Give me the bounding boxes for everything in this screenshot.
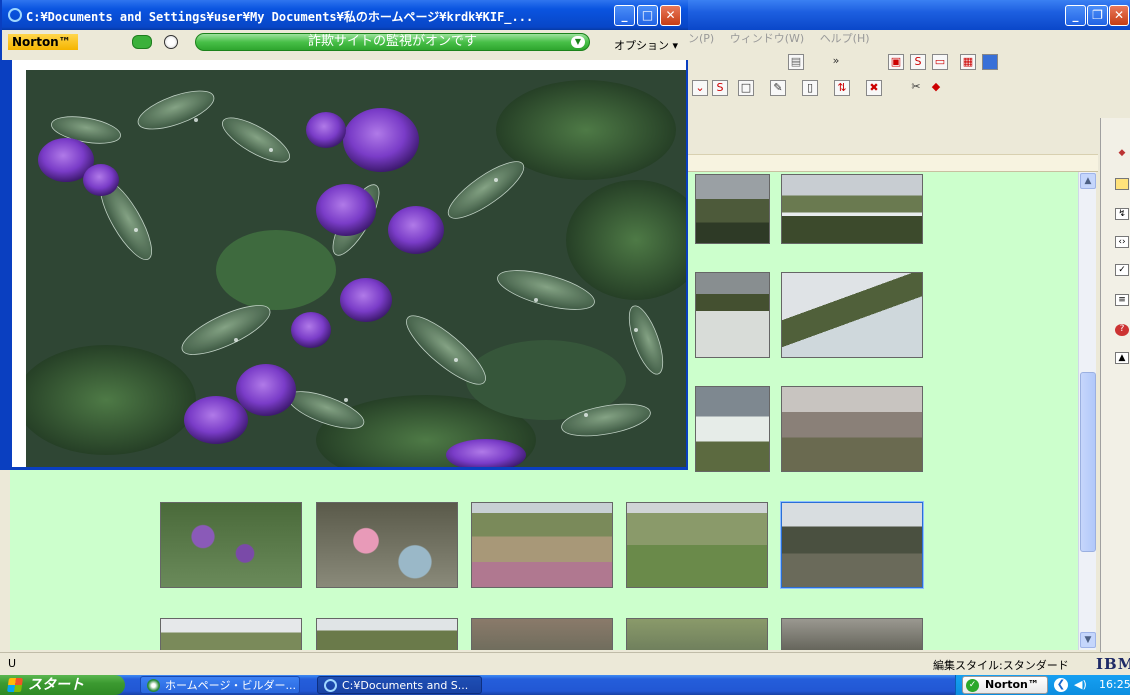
form-icon[interactable]: ▭ — [932, 54, 948, 70]
monitor-icon[interactable] — [132, 35, 152, 49]
chevron-down-icon[interactable]: ▼ — [571, 36, 585, 48]
photo-thumbnail[interactable] — [160, 502, 302, 588]
script-icon[interactable]: S — [712, 80, 728, 96]
checkmark-icon: ✓ — [966, 679, 979, 692]
right-tool-panel: ◆ ↯ ‹› ✓ ≡ ? ▲ — [1100, 118, 1130, 658]
tools-icon[interactable]: ✂ — [908, 80, 924, 96]
taskbar-item-ie[interactable]: C:¥Documents and S... — [317, 676, 482, 694]
image-icon[interactable]: ▣ — [888, 54, 904, 70]
menu-item-plugin[interactable]: ン(P) — [688, 30, 714, 48]
edit-style-text: 編集スタイル:スタンダード — [933, 659, 1069, 672]
status-left-text: U — [8, 657, 17, 670]
toolbar-bottom: ⌄ S □ ✎ ▯ ⇅ ✖ ✂ ◆ — [688, 76, 1130, 100]
taskbar-item-label: C:¥Documents and S... — [342, 679, 469, 692]
background-menubar: ン(P) ウィンドウ(W) ヘルプ(H) — [688, 30, 1130, 48]
new-page-icon[interactable]: □ — [738, 80, 754, 96]
check-icon[interactable]: ✓ — [1115, 264, 1129, 276]
tray-norton-button[interactable]: ✓ Norton™ — [962, 676, 1048, 694]
phishing-monitor-status[interactable]: 詐欺サイトの監視がオンです ▼ — [195, 33, 590, 51]
norton-toolbar: Norton™ 詐欺サイトの監視がオンです ▼ オプション ▾ — [2, 30, 688, 60]
back-arrow-icon[interactable]: ❮ — [1054, 678, 1068, 692]
photo-thumbnail[interactable] — [626, 502, 768, 588]
flash-icon[interactable]: S — [910, 54, 926, 70]
overflow-icon[interactable]: » — [828, 54, 844, 70]
restore-icon[interactable]: ❐ — [1087, 5, 1108, 26]
eraser-icon[interactable]: ◆ — [928, 80, 944, 96]
tray-norton-label: Norton™ — [985, 678, 1039, 691]
delete-icon[interactable]: ✖ — [866, 80, 882, 96]
photo-thumbnail[interactable] — [781, 272, 923, 358]
start-label: スタート — [28, 677, 84, 693]
ibm-logo: IBM — [1096, 655, 1130, 673]
photo-thumbnail[interactable] — [695, 272, 770, 358]
photo-thumbnail[interactable] — [695, 174, 770, 244]
taskbar-item-homepage-builder[interactable]: ホームページ・ビルダー... — [140, 676, 300, 694]
dropdown-icon[interactable]: ⌄ — [692, 80, 708, 96]
close-icon[interactable]: ✕ — [660, 5, 681, 26]
photo-thumbnail[interactable] — [626, 618, 768, 650]
folder-icon[interactable] — [1115, 178, 1129, 190]
photo-thumbnail[interactable] — [695, 386, 770, 472]
vertical-scrollbar[interactable]: ▲ ▼ — [1078, 172, 1096, 650]
image-frame — [12, 60, 686, 467]
picture-icon[interactable]: ▲ — [1115, 352, 1129, 364]
menu-item-help[interactable]: ヘルプ(H) — [820, 30, 870, 48]
code-icon[interactable]: ‹› — [1115, 236, 1129, 248]
format-icon[interactable]: ▤ — [788, 54, 804, 70]
photo-thumbnail[interactable] — [781, 174, 923, 244]
photo-thumbnail-selected[interactable] — [781, 502, 923, 588]
system-tray: ✓ Norton™ ❮ ◀) 16:25 — [955, 675, 1130, 695]
homepage-builder-icon — [147, 679, 160, 692]
photo-thumbnail[interactable] — [316, 618, 458, 650]
ie-icon — [8, 8, 22, 22]
taskbar: スタート ホームページ・ビルダー... C:¥Documents and S..… — [0, 675, 1130, 695]
options-menu[interactable]: オプション ▾ — [614, 37, 678, 53]
photo-thumbnail[interactable] — [471, 502, 613, 588]
speaker-icon[interactable]: ◀) — [1074, 678, 1087, 691]
edit-icon[interactable]: ✎ — [770, 80, 786, 96]
status-label: 詐欺サイトの監視がオンです — [307, 34, 477, 49]
globe-icon[interactable] — [164, 35, 178, 49]
window-title: C:¥Documents and Settings¥user¥My Docume… — [26, 10, 534, 24]
photo-thumbnail[interactable] — [781, 618, 923, 650]
list-icon[interactable]: ≡ — [1115, 294, 1129, 306]
norton-logo: Norton™ — [8, 34, 78, 50]
status-bar: U 編集スタイル:スタンダード IBM — [0, 652, 1130, 675]
taskbar-item-label: ホームページ・ビルダー... — [165, 679, 296, 692]
minimize-icon[interactable]: _ — [1065, 5, 1086, 26]
photo-thumbnail[interactable] — [160, 618, 302, 650]
maximize-icon[interactable]: □ — [637, 5, 658, 26]
minimize-icon[interactable]: _ — [614, 5, 635, 26]
document-icon[interactable]: ▯ — [802, 80, 818, 96]
parts-icon[interactable]: ◆ — [1115, 148, 1129, 160]
link-icon[interactable]: ↯ — [1115, 208, 1129, 220]
table-icon[interactable]: ▦ — [960, 54, 976, 70]
ruler — [688, 154, 1098, 172]
scroll-thumb[interactable] — [1080, 372, 1096, 552]
transfer-icon[interactable]: ⇅ — [834, 80, 850, 96]
photo-thumbnail[interactable] — [316, 502, 458, 588]
clock: 16:25 — [1099, 678, 1130, 691]
start-button[interactable]: スタート — [0, 675, 125, 695]
viewer-titlebar[interactable]: C:¥Documents and Settings¥user¥My Docume… — [2, 0, 688, 30]
toolbar-top: ▤ » ▣ S ▭ ▦ — [688, 50, 1130, 74]
view-icon[interactable] — [982, 54, 998, 70]
photo-thumbnail[interactable] — [781, 386, 923, 472]
photo-thumbnail[interactable] — [471, 618, 613, 650]
menu-item-window[interactable]: ウィンドウ(W) — [730, 30, 804, 48]
ie-icon — [324, 679, 337, 692]
close-icon[interactable]: ✕ — [1109, 5, 1129, 26]
scroll-up-icon[interactable]: ▲ — [1080, 173, 1096, 189]
windows-logo-icon — [7, 678, 23, 692]
scroll-down-icon[interactable]: ▼ — [1080, 632, 1096, 648]
flower-photo — [26, 70, 686, 467]
image-viewer-window: C:¥Documents and Settings¥user¥My Docume… — [0, 0, 688, 470]
help-icon[interactable]: ? — [1115, 324, 1129, 336]
